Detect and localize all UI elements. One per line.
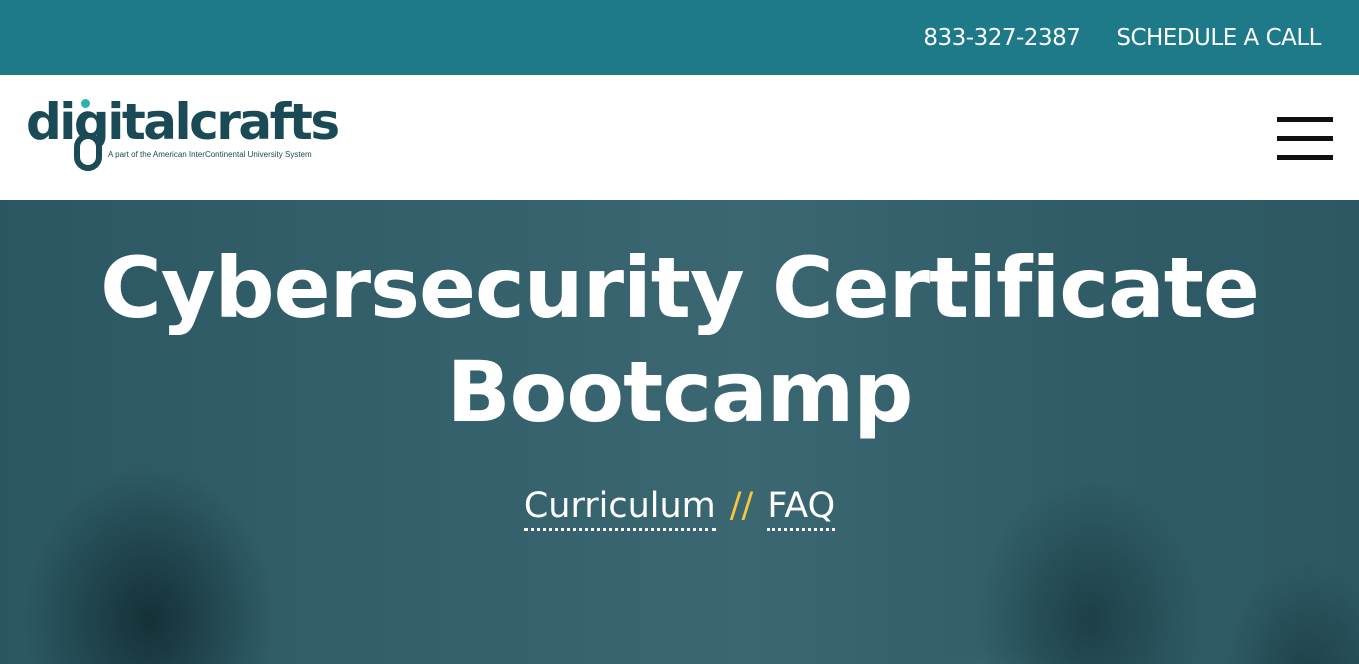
schedule-call-link[interactable]: SCHEDULE A CALL — [1116, 25, 1321, 51]
logo-ring-icon — [74, 133, 102, 171]
link-separator: // — [729, 486, 754, 526]
hero-links: Curriculum // FAQ — [0, 486, 1359, 531]
logo-tagline: A part of the American InterContinental … — [108, 150, 312, 159]
phone-link[interactable]: 833-327-2387 — [923, 25, 1080, 51]
logo-dot-icon — [81, 99, 90, 108]
site-header: digitalcrafts A part of the American Int… — [0, 75, 1359, 200]
curriculum-link[interactable]: Curriculum — [523, 486, 716, 531]
hamburger-menu-icon[interactable] — [1277, 117, 1333, 160]
top-bar: 833-327-2387 SCHEDULE A CALL — [0, 0, 1359, 75]
page-title-line-2: Bootcamp — [446, 343, 914, 441]
page-title: Cybersecurity Certificate Bootcamp — [0, 236, 1359, 444]
logo-wordmark: digitalcrafts — [26, 93, 340, 151]
page-title-line-1: Cybersecurity Certificate — [100, 239, 1260, 337]
logo[interactable]: digitalcrafts A part of the American Int… — [26, 95, 340, 177]
faq-link[interactable]: FAQ — [767, 486, 836, 531]
